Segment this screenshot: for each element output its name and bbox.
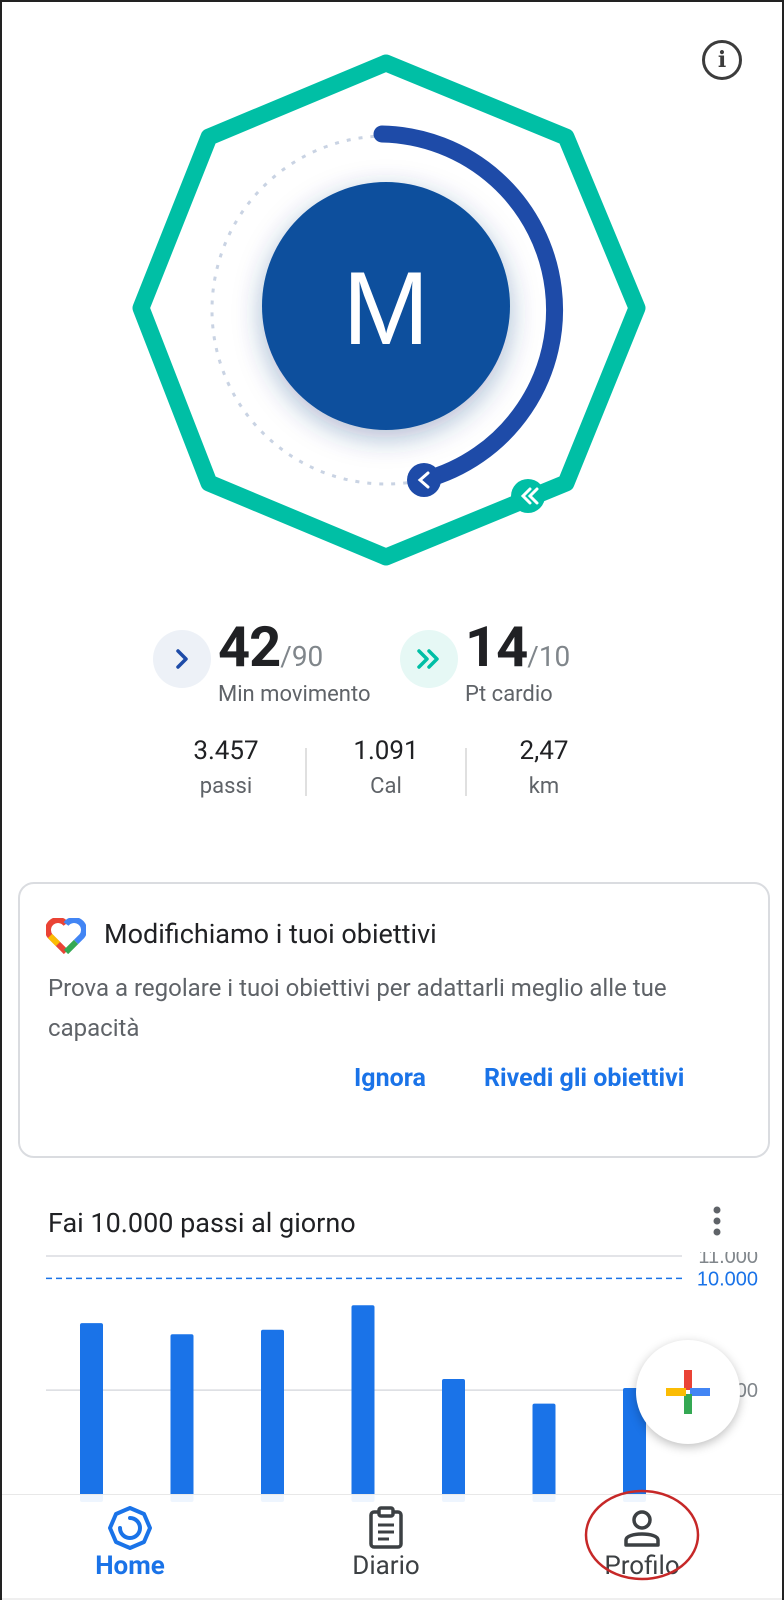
ignore-button[interactable]: Ignora (354, 1064, 426, 1093)
rings-graphic: M (132, 54, 646, 566)
google-fit-heart-icon (46, 918, 86, 954)
stats-divider (465, 748, 467, 796)
step-bar (351, 1305, 375, 1502)
heart-points-label: Pt cardio (465, 682, 553, 707)
nav-label-home: Home (95, 1551, 165, 1581)
y-tick-label: 11.000 (698, 1252, 758, 1268)
home-ring-icon (108, 1506, 152, 1550)
card-title: Modifichiamo i tuoi obiettivi (104, 918, 437, 950)
stats-divider (305, 748, 307, 796)
move-minutes-goal: /90 (280, 640, 324, 673)
avatar-letter: M (343, 251, 430, 367)
heart-points-goal: /10 (527, 640, 571, 673)
step-bar (170, 1334, 194, 1502)
distance-label: km (528, 774, 560, 799)
more-options-button[interactable] (702, 1202, 732, 1242)
move-minutes-icon (153, 630, 211, 688)
more-vert-icon (713, 1206, 721, 1236)
heart-points-icon (400, 630, 458, 688)
move-minutes-value: 42 (218, 614, 281, 680)
distance-value: 2,47 (519, 736, 569, 766)
move-minutes-label: Min movimento (218, 682, 371, 707)
add-activity-fab[interactable] (636, 1340, 740, 1444)
step-bar (532, 1403, 556, 1502)
goal-suggestion-card: Modifichiamo i tuoi obiettivi Prova a re… (18, 882, 770, 1158)
card-body: Prova a regolare i tuoi obiettivi per ad… (48, 974, 667, 1042)
nav-item-home[interactable]: Home (30, 1495, 230, 1581)
steps-section-title: Fai 10.000 passi al giorno (48, 1207, 356, 1239)
info-icon: i (717, 47, 727, 73)
step-bar (442, 1379, 465, 1502)
step-bar (261, 1329, 284, 1502)
highlight-ellipse (584, 1489, 700, 1581)
bottom-navigation: Home Diario Profilo (2, 1489, 782, 1601)
activity-rings[interactable]: M (132, 52, 662, 582)
info-button[interactable]: i (702, 40, 742, 80)
steps-value: 3.457 (193, 736, 259, 766)
move-minutes-value-group: 42/90 (218, 614, 323, 680)
calories-label: Cal (370, 774, 402, 799)
clipboard-icon (369, 1506, 403, 1549)
plus-icon (666, 1370, 710, 1414)
steps-label: passi (199, 774, 253, 799)
nav-label-diario: Diario (352, 1551, 420, 1581)
nav-item-diario[interactable]: Diario (286, 1495, 486, 1581)
calories-value: 1.091 (353, 736, 419, 766)
review-goals-button[interactable]: Rivedi gli obiettivi (484, 1064, 684, 1093)
y-tick-label: 10.000 (697, 1268, 758, 1290)
heart-points-value-group: 14/10 (465, 614, 570, 680)
heart-points-value: 14 (465, 614, 528, 680)
move-arc-knob (407, 463, 441, 497)
step-bar (80, 1323, 103, 1502)
